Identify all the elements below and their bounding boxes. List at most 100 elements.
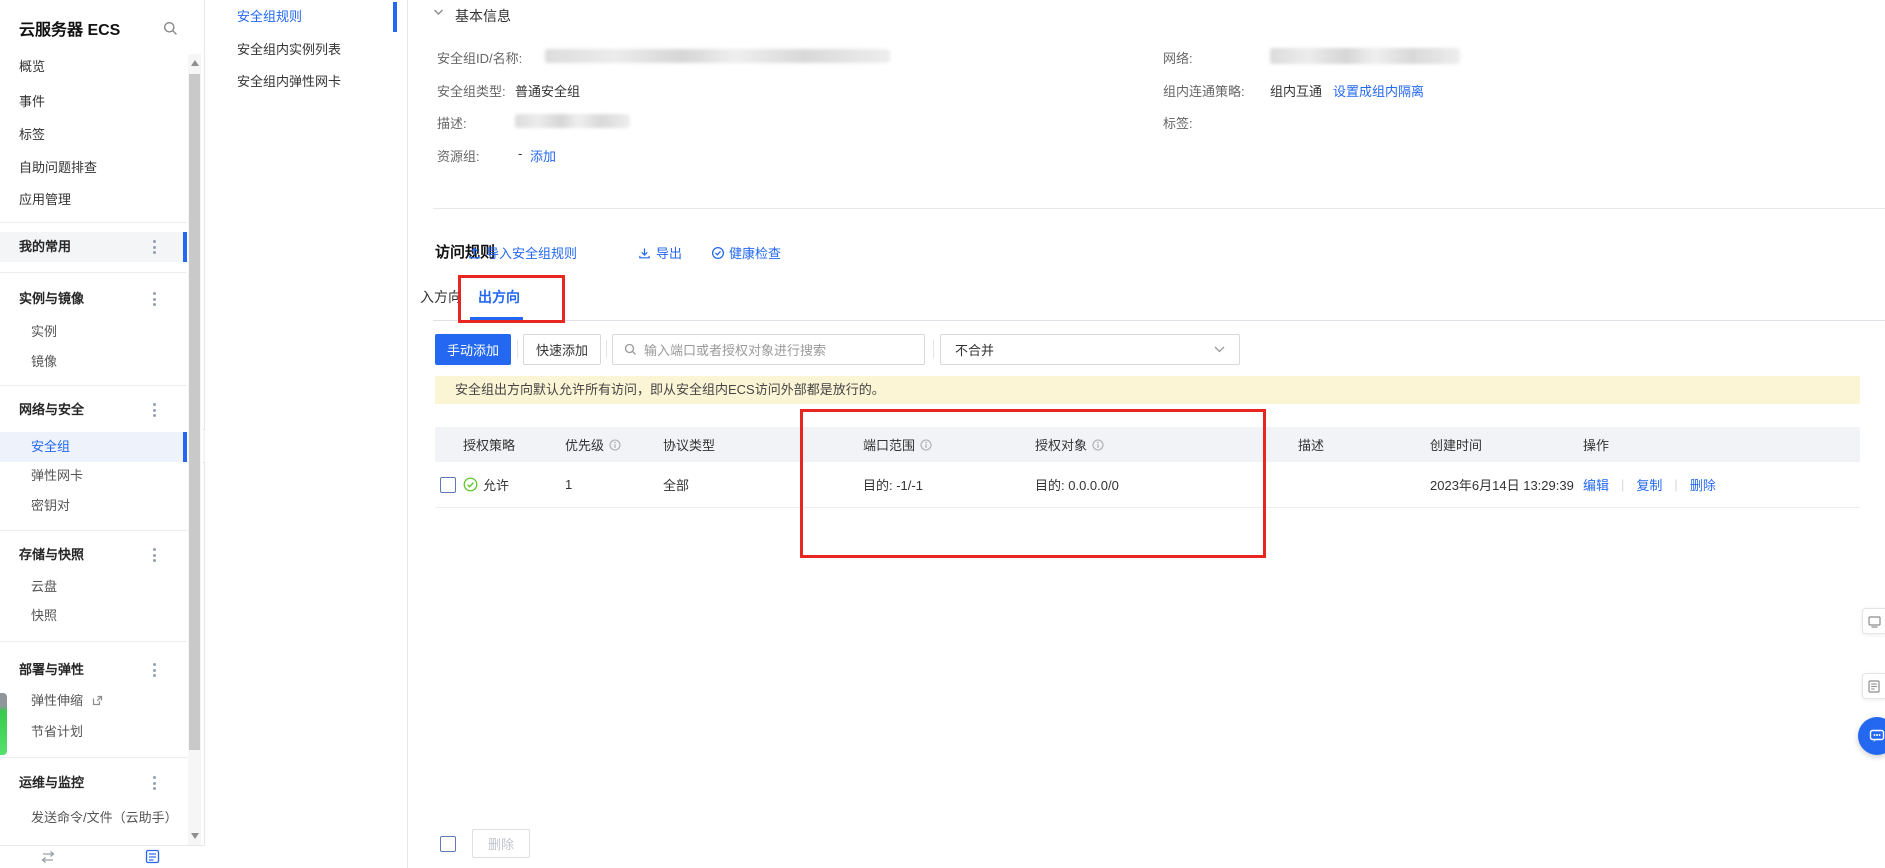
sidebar-item-security-groups[interactable]: 安全组 [31, 437, 70, 457]
policy-cell: 允许 [460, 475, 560, 494]
more-dots-icon[interactable] [153, 663, 157, 677]
sidebar-item-app-management[interactable]: 应用管理 [19, 190, 71, 210]
more-dots-icon[interactable] [153, 240, 157, 254]
actions-cell: 编辑|复制|删除 [1580, 475, 1860, 494]
info-icon[interactable] [609, 439, 621, 451]
info-icon[interactable] [1092, 439, 1104, 451]
more-dots-icon[interactable] [153, 292, 157, 306]
protocol-cell: 全部 [650, 475, 855, 494]
sidebar-item-self-diagnose[interactable]: 自助问题排查 [19, 158, 97, 178]
import-rules-link[interactable]: 导入安全组规则 [468, 243, 577, 262]
toolbar-separator [517, 340, 518, 358]
sidebar-item-security-groups-highlight [0, 432, 187, 462]
select-all-checkbox[interactable] [440, 836, 456, 852]
sg-type-label: 安全组类型: [437, 81, 506, 100]
sidebar-section-favorites[interactable]: 我的常用 [19, 237, 71, 257]
set-isolation-link[interactable]: 设置成组内隔离 [1333, 81, 1424, 100]
col-port-range-label: 端口范围 [863, 435, 915, 454]
sidebar-item-instances[interactable]: 实例 [31, 322, 57, 342]
sidebar-scrollbar-thumb[interactable] [189, 74, 200, 750]
delete-link[interactable]: 删除 [1690, 475, 1716, 494]
sidebar-item-savings-plans[interactable]: 节省计划 [31, 722, 83, 742]
active-indicator-bar [183, 432, 187, 462]
export-label: 导出 [656, 243, 682, 262]
info-icon[interactable] [920, 439, 932, 451]
main-content: 基本信息 安全组ID/名称: 安全组类型: 普通安全组 描述: 资源组: - 添… [408, 0, 1885, 868]
swap-arrows-icon[interactable] [40, 850, 56, 864]
primary-sidebar: 云服务器 ECS 概览 事件 标签 自助问题排查 应用管理 我的常用 实例与镜像… [0, 0, 205, 868]
batch-delete-button[interactable]: 删除 [472, 829, 530, 858]
col-priority: 优先级 [560, 435, 650, 454]
sidebar-item-auto-scaling[interactable]: 弹性伸缩 [31, 691, 103, 711]
tab-outbound[interactable]: 出方向 [478, 287, 520, 307]
divider [0, 222, 187, 223]
toolbar-separator [933, 340, 934, 358]
col-actions: 操作 [1580, 435, 1860, 454]
more-dots-icon[interactable] [153, 548, 157, 562]
secnav-item-sg-enis[interactable]: 安全组内弹性网卡 [237, 67, 341, 97]
sidebar-section-instances-images[interactable]: 实例与镜像 [19, 289, 84, 309]
health-check-link[interactable]: 健康检查 [711, 243, 781, 262]
copy-link[interactable]: 复制 [1636, 475, 1662, 494]
sidebar-item-tags[interactable]: 标签 [19, 125, 45, 145]
feedback-widget-icon[interactable] [1862, 608, 1885, 634]
doc-widget-icon[interactable] [1862, 673, 1885, 699]
scroll-down-icon[interactable] [191, 833, 199, 839]
health-check-label: 健康检查 [729, 243, 781, 262]
manual-add-button[interactable]: 手动添加 [435, 334, 511, 365]
col-auth-target: 授权对象 [1035, 435, 1290, 454]
sidebar-section-network-security[interactable]: 网络与安全 [19, 400, 84, 420]
more-dots-icon[interactable] [153, 776, 157, 790]
sidebar-section-deploy-elasticity[interactable]: 部署与弹性 [19, 660, 84, 680]
rule-search-input[interactable]: 输入端口或者授权对象进行搜索 [612, 334, 925, 365]
description-redacted-value [515, 114, 630, 128]
quick-add-button[interactable]: 快速添加 [523, 334, 601, 365]
sidebar-item-overview[interactable]: 概览 [19, 57, 45, 77]
export-link[interactable]: 导出 [638, 243, 682, 262]
col-protocol: 协议类型 [650, 435, 855, 454]
sidebar-item-snapshots[interactable]: 快照 [31, 606, 57, 626]
app-title: 云服务器 ECS [19, 16, 120, 40]
merge-mode-value: 不合并 [955, 340, 994, 359]
scroll-up-icon[interactable] [191, 60, 199, 66]
sidebar-section-ops-monitoring[interactable]: 运维与监控 [19, 773, 84, 793]
sidebar-item-images[interactable]: 镜像 [31, 352, 57, 372]
description-label: 描述: [437, 113, 467, 132]
secnav-item-sg-rules[interactable]: 安全组规则 [237, 2, 302, 32]
resource-group-value: - [518, 146, 522, 161]
more-dots-icon[interactable] [153, 403, 157, 417]
network-redacted-value [1270, 48, 1460, 64]
col-description: 描述 [1290, 435, 1425, 454]
sidebar-item-events[interactable]: 事件 [19, 92, 45, 112]
port-range-cell: 目的: -1/-1 [855, 475, 1035, 494]
shield-check-icon [711, 246, 725, 260]
external-link-icon [92, 695, 103, 706]
sidebar-item-send-command[interactable]: 发送命令/文件（云助手） [31, 804, 176, 824]
merge-mode-select[interactable]: 不合并 [940, 334, 1240, 365]
divider [0, 272, 187, 273]
col-created: 创建时间 [1425, 435, 1580, 454]
tab-inbound[interactable]: 入方向 [420, 287, 462, 307]
chevron-down-icon [1214, 346, 1225, 353]
active-indicator-bar [183, 232, 187, 262]
created-cell: 2023年6月14日 13:29:39 [1425, 475, 1580, 494]
sidebar-item-enis[interactable]: 弹性网卡 [31, 466, 83, 486]
resource-group-add-link[interactable]: 添加 [530, 146, 556, 165]
sidebar-item-disks[interactable]: 云盘 [31, 577, 57, 597]
sidebar-section-storage-snapshots[interactable]: 存储与快照 [19, 545, 84, 565]
col-policy: 授权策略 [460, 435, 560, 454]
allow-check-icon [463, 477, 478, 492]
active-indicator-bar [393, 2, 397, 32]
chevron-down-icon[interactable] [433, 8, 444, 16]
search-icon[interactable] [163, 21, 178, 36]
edit-link[interactable]: 编辑 [1583, 475, 1609, 494]
secnav-item-sg-instances[interactable]: 安全组内实例列表 [237, 35, 341, 65]
search-placeholder: 输入端口或者授权对象进行搜索 [644, 340, 826, 359]
divider [0, 641, 187, 642]
panel-list-icon[interactable] [145, 849, 160, 864]
row-checkbox[interactable] [440, 477, 456, 493]
sidebar-item-key-pairs[interactable]: 密钥对 [31, 496, 70, 516]
col-port-range: 端口范围 [855, 435, 1035, 454]
policy-value: 允许 [483, 475, 509, 494]
sidebar-bottom-bar [0, 845, 205, 868]
